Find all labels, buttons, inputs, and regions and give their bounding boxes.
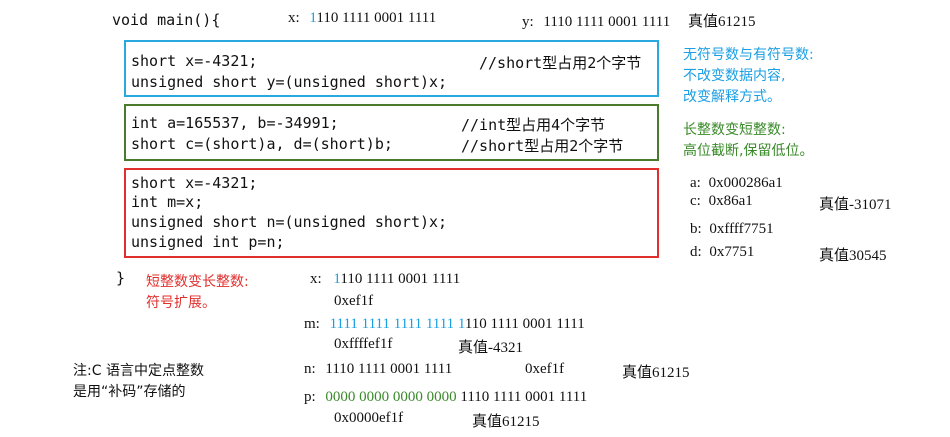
bottom-n-row: n: 1110 1111 0001 1111 — [304, 361, 452, 378]
note-truncation-title: 长整数变短整数: — [683, 122, 786, 138]
bottom-p-hex: 0x0000ef1f — [334, 410, 404, 426]
note-sign-extension-line-2: 符号扩展。 — [146, 295, 216, 311]
value-c: c: 0x86a1 — [690, 193, 753, 210]
bottom-n-hex: 0xef1f — [525, 361, 565, 377]
sign-extension-code-box: short x=-4321; int m=x; unsigned short n… — [124, 168, 659, 258]
value-b: b: 0xffff7751 — [690, 221, 774, 238]
bottom-p-bits: 1110 1111 0001 1111 — [456, 389, 588, 405]
bottom-p-row: p: 0000 0000 0000 0000 1110 1111 0001 11… — [304, 389, 587, 406]
value-c-true: 真值-31071 — [819, 197, 892, 213]
bottom-m-true: 真值-4321 — [458, 340, 523, 356]
bottom-m-row: m: 1111 1111 1111 1111 1110 1111 0001 11… — [304, 316, 585, 333]
note-truncation-line-2: 高位截断,保留低位。 — [683, 143, 814, 159]
bottom-m-bits: 110 1111 0001 1111 — [464, 316, 585, 332]
value-b-hex: 0xffff7751 — [709, 221, 774, 237]
blue-line-1: short x=-4321; — [131, 52, 257, 70]
top-y-bits: 1110 1111 0001 1111 — [543, 14, 671, 30]
bottom-p-label: p: — [304, 389, 316, 405]
bottom-x-row: x: 1110 1111 0001 1111 — [310, 271, 460, 288]
value-b-label: b: — [690, 221, 702, 237]
note-unsigned-line-2: 不改变数据内容, — [683, 68, 786, 84]
value-d-hex: 0x7751 — [709, 244, 755, 260]
bottom-m-label: m: — [304, 316, 320, 332]
note-unsigned-line-3: 改变解释方式。 — [683, 89, 781, 105]
green-line-2-comment: //short型占用2个字节 — [461, 137, 624, 155]
top-x-bits: 110 1111 0001 1111 — [316, 10, 437, 26]
value-a: a: 0x000286a1 — [690, 175, 783, 192]
blue-line-1-comment: //short型占用2个字节 — [479, 54, 642, 72]
bottom-n-bits: 1110 1111 0001 1111 — [325, 361, 453, 377]
main-open: void main(){ — [112, 11, 221, 29]
note-sign-extension-title: 短整数变长整数: — [146, 274, 249, 290]
top-y-true-value: 真值61215 — [687, 14, 756, 30]
main-close: } — [116, 269, 126, 287]
note-twos-complement-line-1: 注:C 语言中定点整数 — [73, 363, 204, 379]
value-c-label: c: — [690, 193, 701, 209]
red-line-3: unsigned short n=(unsigned short)x; — [131, 213, 448, 231]
top-x-row: x: 1110 1111 0001 1111 — [288, 10, 436, 27]
bottom-m-extended-bits: 1111 1111 1111 1111 1 — [329, 316, 465, 332]
value-c-hex: 0x86a1 — [708, 193, 753, 209]
top-y-label: y: — [522, 14, 534, 30]
note-unsigned-title: 无符号数与有符号数: — [683, 47, 814, 63]
value-d-true: 真值30545 — [819, 248, 887, 264]
value-a-hex: 0x000286a1 — [708, 175, 783, 191]
green-line-1-comment: //int型占用4个字节 — [461, 116, 606, 134]
bottom-p-zero-bits: 0000 0000 0000 0000 — [325, 389, 457, 405]
note-twos-complement-line-2: 是用“补码”存储的 — [73, 384, 186, 400]
top-x-label: x: — [288, 10, 300, 26]
bottom-n-true: 真值61215 — [622, 365, 690, 381]
top-y-row: y: 1110 1111 0001 1111 真值61215 — [522, 10, 755, 31]
blue-line-1-code: short x=-4321; — [131, 52, 258, 70]
bottom-x-label: x: — [310, 271, 322, 287]
value-d: d: 0x7751 — [690, 244, 754, 261]
bottom-m-hex: 0xffffef1f — [334, 336, 393, 352]
red-line-1: short x=-4321; — [131, 174, 258, 192]
unsigned-cast-code-box: short x=-4321; //short型占用2个字节 unsigned s… — [124, 40, 659, 97]
red-line-4: unsigned int p=n; — [131, 233, 285, 251]
bottom-p-true: 真值61215 — [472, 414, 540, 430]
red-line-2: int m=x; — [131, 193, 204, 211]
truncation-code-box: int a=165537, b=-34991; //int型占用4个字节 sho… — [124, 104, 659, 161]
bottom-n-label: n: — [304, 361, 316, 377]
green-line-1-code: int a=165537, b=-34991; — [131, 114, 339, 132]
blue-line-2: unsigned short y=(unsigned short)x; — [131, 73, 448, 91]
value-d-label: d: — [690, 244, 702, 260]
bottom-x-bits: 110 1111 0001 1111 — [340, 271, 461, 287]
green-line-2-code: short c=(short)a, d=(short)b; — [131, 135, 393, 153]
bottom-x-hex: 0xef1f — [334, 293, 374, 309]
value-a-label: a: — [690, 175, 701, 191]
